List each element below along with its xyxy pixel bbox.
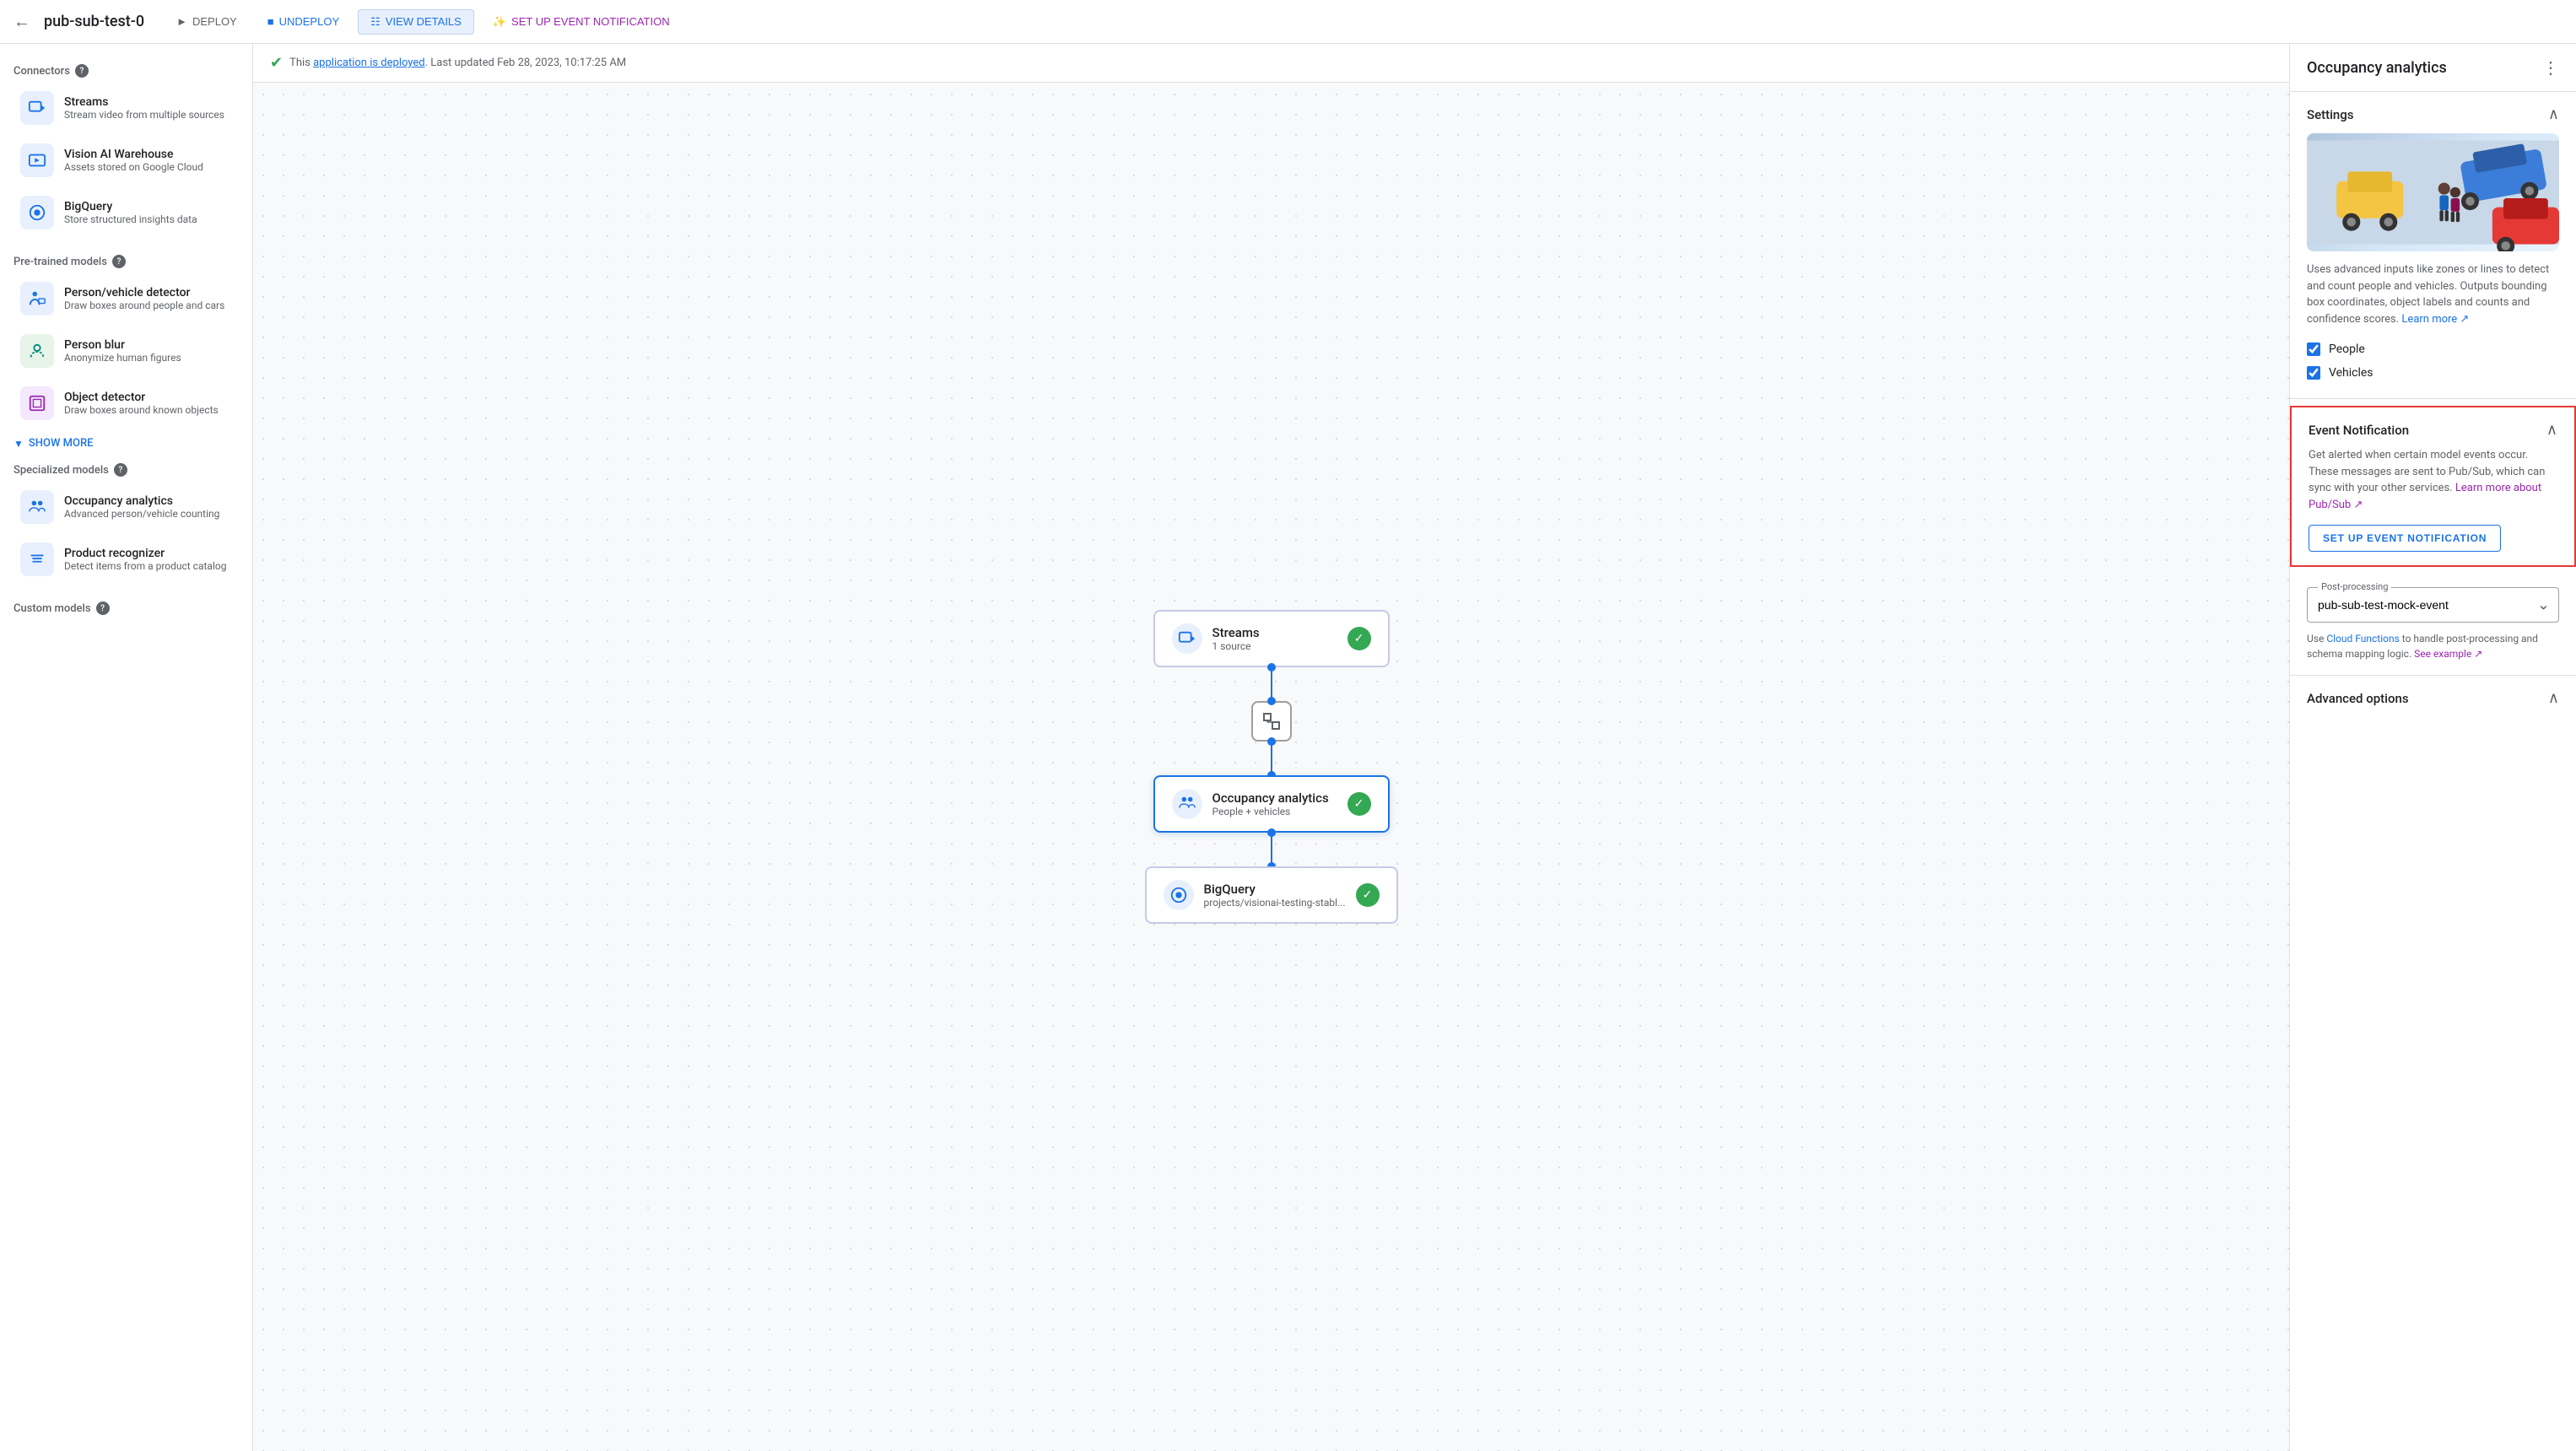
setup-icon: ✨ bbox=[493, 15, 506, 29]
app-title: pub-sub-test-0 bbox=[44, 13, 144, 30]
see-example-link[interactable]: See example ↗ bbox=[2414, 648, 2482, 660]
pretrained-section-title: Pre-trained models ? bbox=[0, 248, 252, 272]
event-notification-title: Event Notification bbox=[2309, 423, 2409, 438]
people-label: People bbox=[2329, 343, 2365, 356]
topbar: ← pub-sub-test-0 ► DEPLOY ■ UNDEPLOY ☷ V… bbox=[0, 0, 2576, 44]
object-detector-icon bbox=[20, 386, 54, 420]
canvas-area: Streams 1 source ✓ bbox=[253, 83, 2289, 1451]
undeploy-icon: ■ bbox=[267, 15, 274, 28]
setup-notification-button[interactable]: ✨ SET UP EVENT NOTIFICATION bbox=[481, 10, 682, 34]
event-description: Get alerted when certain model events oc… bbox=[2309, 447, 2557, 513]
transform-node[interactable] bbox=[1251, 701, 1292, 742]
streams-check-icon: ✓ bbox=[1347, 627, 1371, 650]
settings-image bbox=[2307, 133, 2559, 251]
status-check-icon: ✔ bbox=[270, 54, 283, 72]
streams-icon bbox=[20, 91, 54, 125]
connector-2 bbox=[1271, 742, 1272, 775]
advanced-collapse-icon[interactable]: ∧ bbox=[2548, 689, 2559, 707]
post-processing-select[interactable]: pub-sub-test-mock-eventoption-2 bbox=[2308, 588, 2558, 622]
advanced-options-header[interactable]: Advanced options ∧ bbox=[2307, 689, 2559, 707]
bigquery-check-icon: ✓ bbox=[1356, 883, 1380, 907]
connectors-help-icon[interactable]: ? bbox=[75, 64, 89, 78]
connector-3 bbox=[1271, 833, 1272, 866]
flow-diagram: Streams 1 source ✓ bbox=[1145, 610, 1398, 924]
chevron-down-icon: ▼ bbox=[14, 438, 24, 450]
custom-help-icon[interactable]: ? bbox=[96, 601, 110, 615]
streams-node[interactable]: Streams 1 source ✓ bbox=[1153, 610, 1390, 667]
event-collapse-icon[interactable]: ∧ bbox=[2546, 421, 2557, 439]
settings-header[interactable]: Settings ∧ bbox=[2307, 105, 2559, 123]
undeploy-button[interactable]: ■ UNDEPLOY bbox=[256, 10, 351, 33]
person-blur-icon bbox=[20, 334, 54, 368]
specialized-section-title: Specialized models ? bbox=[0, 456, 252, 480]
event-notification-section: Event Notification ∧ Get alerted when ce… bbox=[2290, 406, 2576, 567]
post-processing-section: Post-processing pub-sub-test-mock-evento… bbox=[2290, 574, 2576, 676]
people-checkbox-row: People bbox=[2307, 337, 2559, 361]
vehicles-label: Vehicles bbox=[2329, 366, 2373, 380]
custom-section-title: Custom models ? bbox=[0, 595, 252, 618]
sidebar-item-person-blur[interactable]: Person blur Anonymize human figures bbox=[7, 326, 246, 376]
deploy-icon: ► bbox=[176, 15, 187, 28]
panel-header: Occupancy analytics ⋮ bbox=[2290, 44, 2576, 92]
post-processing-label: Post-processing bbox=[2318, 581, 2391, 592]
vision-ai-icon bbox=[20, 143, 54, 177]
sidebar-item-product-recognizer[interactable]: Product recognizer Detect items from a p… bbox=[7, 534, 246, 585]
show-more-button[interactable]: ▼ SHOW MORE bbox=[0, 430, 252, 456]
topbar-actions: ► DEPLOY ■ UNDEPLOY ☷ VIEW DETAILS ✨ SET… bbox=[165, 9, 682, 35]
occupancy-check-icon: ✓ bbox=[1347, 792, 1371, 816]
main-layout: Connectors ? Streams Stream video from m… bbox=[0, 44, 2576, 1451]
sidebar-item-occupancy[interactable]: Occupancy analytics Advanced person/vehi… bbox=[7, 482, 246, 532]
occupancy-icon bbox=[20, 490, 54, 524]
status-bar: ✔ This application is deployed. Last upd… bbox=[253, 44, 2289, 83]
post-processing-note: Use Cloud Functions to handle post-proce… bbox=[2307, 631, 2559, 661]
product-recognizer-icon bbox=[20, 542, 54, 576]
bigquery-icon bbox=[20, 196, 54, 229]
bigquery-node-icon bbox=[1164, 880, 1194, 910]
bigquery-node[interactable]: BigQuery projects/visionai-testing-stabl… bbox=[1145, 866, 1398, 924]
learn-more-link[interactable]: Learn more ↗ bbox=[2401, 313, 2469, 326]
vehicles-checkbox[interactable] bbox=[2307, 366, 2320, 380]
cloud-functions-link[interactable]: Cloud Functions bbox=[2326, 633, 2399, 645]
panel-title: Occupancy analytics bbox=[2307, 59, 2447, 77]
view-details-icon: ☷ bbox=[370, 15, 381, 29]
sidebar: Connectors ? Streams Stream video from m… bbox=[0, 44, 253, 1451]
post-processing-select-wrapper: Post-processing pub-sub-test-mock-evento… bbox=[2307, 587, 2559, 623]
sidebar-item-streams[interactable]: Streams Stream video from multiple sourc… bbox=[7, 83, 246, 133]
person-vehicle-icon bbox=[20, 282, 54, 316]
connector-1 bbox=[1271, 667, 1272, 701]
specialized-help-icon[interactable]: ? bbox=[114, 463, 127, 477]
sidebar-item-vision-ai[interactable]: Vision AI Warehouse Assets stored on Goo… bbox=[7, 135, 246, 186]
panel-menu-button[interactable]: ⋮ bbox=[2542, 57, 2559, 78]
pretrained-help-icon[interactable]: ? bbox=[112, 255, 126, 268]
setup-event-notification-button[interactable]: SET UP EVENT NOTIFICATION bbox=[2309, 525, 2501, 552]
people-checkbox[interactable] bbox=[2307, 343, 2320, 356]
occupancy-node-icon bbox=[1172, 789, 1202, 819]
advanced-options-title: Advanced options bbox=[2307, 691, 2409, 706]
vehicles-checkbox-row: Vehicles bbox=[2307, 361, 2559, 385]
sidebar-item-person-vehicle[interactable]: Person/vehicle detector Draw boxes aroun… bbox=[7, 273, 246, 324]
deploy-button[interactable]: ► DEPLOY bbox=[165, 10, 249, 33]
right-panel: Occupancy analytics ⋮ Settings ∧ bbox=[2289, 44, 2576, 1451]
sidebar-item-bigquery[interactable]: BigQuery Store structured insights data bbox=[7, 187, 246, 238]
view-details-button[interactable]: ☷ VIEW DETAILS bbox=[358, 9, 474, 35]
settings-collapse-icon[interactable]: ∧ bbox=[2548, 105, 2559, 123]
settings-section: Settings ∧ bbox=[2290, 92, 2576, 399]
deployed-link[interactable]: application is deployed bbox=[313, 57, 425, 69]
main-canvas: ✔ This application is deployed. Last upd… bbox=[253, 44, 2289, 1451]
streams-node-icon bbox=[1172, 623, 1202, 654]
connectors-section-title: Connectors ? bbox=[0, 57, 252, 81]
occupancy-node[interactable]: Occupancy analytics People + vehicles ✓ bbox=[1153, 775, 1390, 833]
sidebar-item-object-detector[interactable]: Object detector Draw boxes around known … bbox=[7, 378, 246, 429]
event-notification-header[interactable]: Event Notification ∧ bbox=[2309, 421, 2557, 439]
back-button[interactable]: ← bbox=[14, 11, 30, 32]
advanced-options-section: Advanced options ∧ bbox=[2290, 676, 2576, 720]
settings-title: Settings bbox=[2307, 107, 2354, 122]
settings-description: Uses advanced inputs like zones or lines… bbox=[2307, 262, 2559, 327]
